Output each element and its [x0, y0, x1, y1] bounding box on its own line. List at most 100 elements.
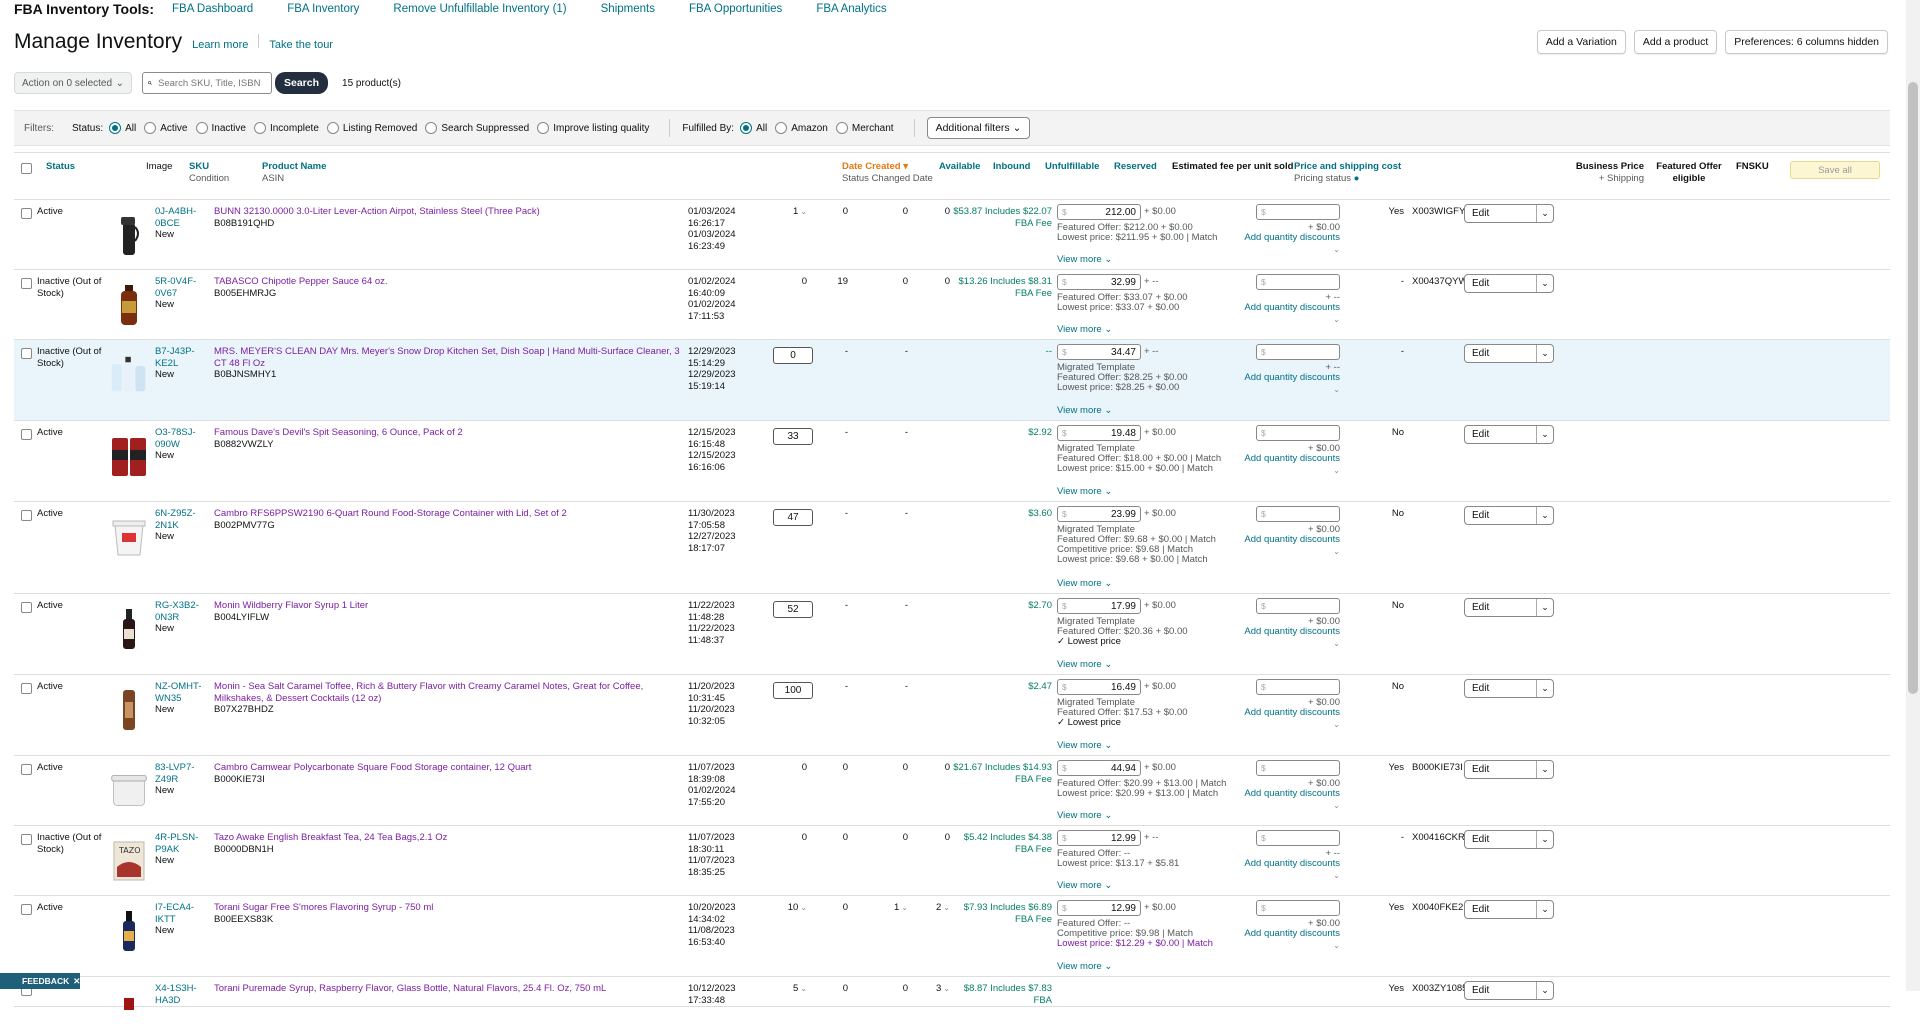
reserved-qty[interactable]: 0	[914, 832, 950, 844]
col-reserved[interactable]: Reserved	[1114, 161, 1157, 173]
price-input[interactable]: $34.47	[1057, 344, 1141, 360]
row-checkbox[interactable]	[21, 510, 32, 521]
edit-button[interactable]: Edit ⌄	[1464, 274, 1554, 293]
available-qty-input[interactable]: 47	[773, 509, 813, 526]
available-qty-input[interactable]: 0	[773, 347, 813, 364]
status-incomplete-radio[interactable]: Incomplete	[253, 122, 319, 134]
business-price-input[interactable]: $	[1256, 204, 1340, 220]
product-image[interactable]	[109, 513, 149, 561]
product-name-link[interactable]: Monin - Sea Salt Caramel Toffee, Rich & …	[214, 681, 689, 716]
available-qty-input[interactable]: 100	[773, 682, 813, 699]
estimated-fee[interactable]: $2.92	[952, 427, 1052, 439]
available-qty[interactable]: 10 ⌄	[777, 902, 807, 914]
view-more-link[interactable]: View more ⌄	[1057, 740, 1112, 751]
view-more-link[interactable]: View more ⌄	[1057, 880, 1112, 891]
sku-link[interactable]: RG-X3B2-0N3R New	[155, 600, 211, 635]
sku-link[interactable]: B7-J43P-KE2L New	[155, 346, 211, 381]
view-more-link[interactable]: View more ⌄	[1057, 578, 1112, 589]
product-image[interactable]	[109, 432, 149, 480]
row-checkbox[interactable]	[21, 683, 32, 694]
reserved-qty[interactable]: 0	[914, 206, 950, 218]
product-image[interactable]	[109, 351, 149, 399]
bulk-action-dropdown[interactable]: Action on 0 selected ⌄	[14, 72, 132, 94]
col-date-created[interactable]: Date Created ▾ Status Changed Date	[842, 161, 933, 185]
reserved-qty[interactable]: 3 ⌄	[914, 983, 950, 995]
available-qty[interactable]: 1 ⌄	[777, 206, 807, 218]
status-listing-removed-radio[interactable]: Listing Removed	[326, 122, 417, 134]
edit-button[interactable]: Edit ⌄	[1464, 344, 1554, 363]
scrollbar-thumb[interactable]	[1908, 82, 1918, 694]
nav-fba-dashboard[interactable]: FBA Dashboard	[172, 3, 253, 15]
estimated-fee[interactable]: $53.87 Includes $22.07 FBA Fee	[952, 206, 1052, 229]
estimated-fee[interactable]: $13.26 Includes $8.31 FBA Fee	[952, 276, 1053, 299]
nav-fba-inventory[interactable]: FBA Inventory	[287, 3, 359, 15]
fulfilled-amazon-radio[interactable]: Amazon	[775, 122, 828, 134]
edit-button[interactable]: Edit ⌄	[1464, 204, 1554, 223]
add-quantity-discounts-link[interactable]: Add quantity discounts ⌄	[1236, 858, 1340, 881]
business-price-input[interactable]: $	[1256, 900, 1340, 916]
view-more-link[interactable]: View more ⌄	[1057, 254, 1112, 265]
available-qty-input[interactable]: 52	[773, 601, 813, 618]
status-improve-quality-radio[interactable]: Improve listing quality	[537, 122, 649, 134]
estimated-fee[interactable]: --	[952, 346, 1052, 358]
reserved-qty[interactable]: 0	[914, 276, 950, 288]
unfulfillable-qty[interactable]: -	[864, 681, 908, 693]
price-input[interactable]: $17.99	[1057, 598, 1141, 614]
unfulfillable-qty[interactable]: -	[864, 600, 908, 612]
product-name-link[interactable]: Tazo Awake English Breakfast Tea, 24 Tea…	[214, 832, 689, 855]
product-image[interactable]: TAZO	[109, 837, 149, 885]
unfulfillable-qty[interactable]: 1 ⌄	[864, 902, 908, 914]
product-name-link[interactable]: Monin Wildberry Flavor Syrup 1 Liter B004…	[214, 600, 689, 623]
add-variation-button[interactable]: Add a Variation	[1536, 30, 1626, 54]
row-checkbox[interactable]	[21, 834, 32, 845]
edit-button[interactable]: Edit ⌄	[1464, 679, 1554, 698]
search-input[interactable]	[156, 76, 266, 90]
unfulfillable-qty[interactable]: 0	[864, 983, 908, 995]
price-input[interactable]: $44.94	[1057, 760, 1141, 776]
col-inbound[interactable]: Inbound	[993, 161, 1030, 173]
col-price[interactable]: Price and shipping cost Pricing status ●	[1294, 161, 1401, 185]
view-more-link[interactable]: View more ⌄	[1057, 405, 1112, 416]
row-checkbox[interactable]	[21, 278, 32, 289]
col-available[interactable]: Available	[939, 161, 980, 173]
product-name-link[interactable]: Torani Puremade Syrup, Raspberry Flavor,…	[214, 983, 689, 995]
view-more-link[interactable]: View more ⌄	[1057, 486, 1112, 497]
unfulfillable-qty[interactable]: 0	[864, 206, 908, 218]
add-quantity-discounts-link[interactable]: Add quantity discounts ⌄	[1236, 788, 1340, 811]
fulfilled-merchant-radio[interactable]: Merchant	[835, 122, 894, 134]
view-more-link[interactable]: View more ⌄	[1057, 324, 1112, 335]
price-input[interactable]: $19.48	[1057, 425, 1141, 441]
status-search-suppressed-radio[interactable]: Search Suppressed	[425, 122, 529, 134]
product-image[interactable]	[109, 767, 149, 815]
row-checkbox[interactable]	[21, 764, 32, 775]
edit-button[interactable]: Edit ⌄	[1464, 425, 1554, 444]
sku-link[interactable]: NZ-OMHT-WN35 New	[155, 681, 211, 716]
take-tour-link[interactable]: Take the tour	[269, 39, 333, 51]
search-box[interactable]	[142, 72, 272, 94]
unfulfillable-qty[interactable]: -	[864, 346, 908, 358]
nav-remove-unfulfillable[interactable]: Remove Unfulfillable Inventory (1)	[393, 3, 566, 15]
business-price-input[interactable]: $	[1256, 598, 1340, 614]
view-more-link[interactable]: View more ⌄	[1057, 810, 1112, 821]
preferences-button[interactable]: Preferences: 6 columns hidden	[1725, 30, 1888, 54]
add-quantity-discounts-link[interactable]: Add quantity discounts ⌄	[1236, 232, 1340, 255]
add-product-button[interactable]: Add a product	[1633, 30, 1718, 54]
unfulfillable-qty[interactable]: 0	[864, 762, 908, 774]
nav-fba-opportunities[interactable]: FBA Opportunities	[689, 3, 782, 15]
col-status[interactable]: Status	[46, 161, 75, 173]
product-name-link[interactable]: Torani Sugar Free S'mores Flavoring Syru…	[214, 902, 689, 925]
row-checkbox[interactable]	[21, 208, 32, 219]
estimated-fee[interactable]: $2.47	[952, 681, 1052, 693]
add-quantity-discounts-link[interactable]: Add quantity discounts ⌄	[1236, 372, 1340, 395]
save-all-button[interactable]: Save all	[1790, 161, 1880, 179]
search-button[interactable]: Search	[275, 72, 329, 94]
unfulfillable-qty[interactable]: -	[864, 427, 908, 439]
add-quantity-discounts-link[interactable]: Add quantity discounts ⌄	[1236, 626, 1340, 649]
learn-more-link[interactable]: Learn more	[192, 39, 248, 51]
edit-button[interactable]: Edit ⌄	[1464, 598, 1554, 617]
edit-button[interactable]: Edit ⌄	[1464, 900, 1554, 919]
view-more-link[interactable]: View more ⌄	[1057, 961, 1112, 972]
business-price-input[interactable]: $	[1256, 425, 1340, 441]
select-all-checkbox[interactable]	[21, 163, 32, 174]
add-quantity-discounts-link[interactable]: Add quantity discounts ⌄	[1236, 707, 1340, 730]
